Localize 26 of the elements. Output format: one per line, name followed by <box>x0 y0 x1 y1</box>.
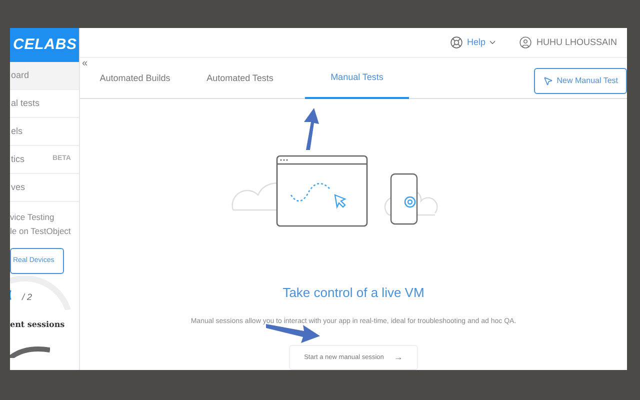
sessions-count: / 2 <box>22 291 32 304</box>
sidebar-label: al tests <box>11 96 40 110</box>
sidebar-item[interactable]: al tests <box>10 90 79 118</box>
dark-arc-icon <box>10 344 50 358</box>
sessions-label: ent sessions <box>10 318 66 330</box>
help-icon <box>450 36 463 49</box>
sidebar-item[interactable]: oard <box>10 62 79 90</box>
chevron-down-icon <box>488 38 498 47</box>
sidebar-item[interactable]: els <box>10 118 79 146</box>
new-manual-test-button[interactable]: New Manual Test <box>534 68 627 94</box>
promo-text: le on TestObject <box>10 225 72 238</box>
sidebar-item[interactable]: ves <box>10 174 79 202</box>
sidebar-label: els <box>11 124 23 138</box>
sidebar-label: oard <box>11 68 30 82</box>
promo-text: vice Testing <box>10 211 56 224</box>
sidebar-label: tics <box>11 152 24 166</box>
hero-title: Take control of a live VM <box>282 284 424 302</box>
tab[interactable]: Automated Tests <box>185 58 295 99</box>
user-icon <box>519 36 532 49</box>
collapse-button[interactable]: « <box>82 59 88 69</box>
sidebar-label: ves <box>11 180 26 194</box>
tab[interactable]: Manual Tests <box>305 58 409 99</box>
logo: CELABS <box>10 28 79 62</box>
help-menu[interactable]: Help <box>466 36 498 50</box>
cursor-icon <box>542 76 553 86</box>
user-menu[interactable]: HUHU LHOUSSAIN <box>536 36 617 50</box>
